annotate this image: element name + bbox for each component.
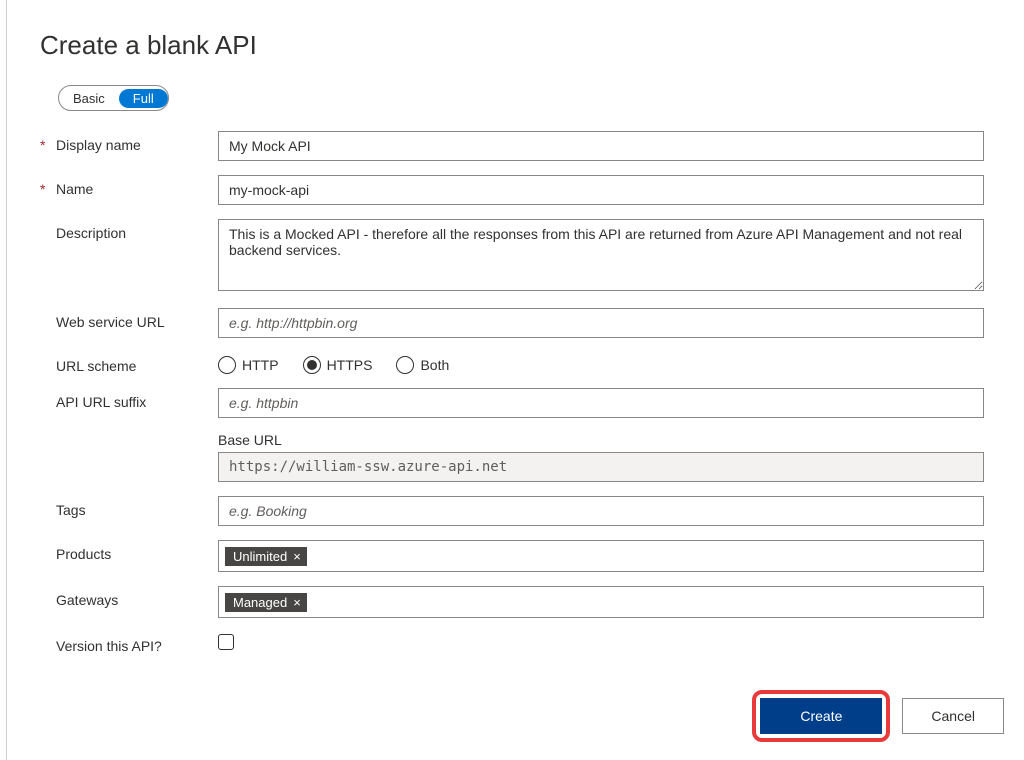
chip-label: Managed: [233, 595, 287, 610]
label-base-url: Base URL: [218, 432, 984, 448]
label-web-service-url: Web service URL: [56, 314, 165, 330]
label-api-url-suffix: API URL suffix: [56, 394, 146, 410]
version-api-checkbox[interactable]: [218, 634, 234, 650]
left-divider: [6, 0, 7, 760]
cancel-button[interactable]: Cancel: [902, 698, 1004, 734]
radio-https[interactable]: HTTPS: [303, 356, 373, 374]
chip-products-0: Unlimited ×: [225, 547, 307, 566]
products-text-input[interactable]: [313, 546, 977, 566]
radio-icon: [303, 356, 321, 374]
label-name: Name: [56, 181, 93, 197]
label-url-scheme: URL scheme: [56, 358, 136, 374]
radio-label-https: HTTPS: [327, 357, 373, 373]
gateways-text-input[interactable]: [313, 592, 977, 612]
web-service-url-input[interactable]: [218, 308, 984, 338]
page-title: Create a blank API: [40, 30, 984, 61]
required-marker: *: [40, 137, 52, 153]
view-toggle[interactable]: Basic Full: [58, 85, 169, 111]
radio-label-both: Both: [420, 357, 449, 373]
chip-label: Unlimited: [233, 549, 287, 564]
products-input[interactable]: Unlimited ×: [218, 540, 984, 572]
radio-http[interactable]: HTTP: [218, 356, 279, 374]
description-input[interactable]: [218, 219, 984, 291]
required-marker: *: [40, 181, 52, 197]
radio-both[interactable]: Both: [396, 356, 449, 374]
close-icon[interactable]: ×: [293, 550, 301, 563]
label-version-api: Version this API?: [56, 638, 162, 654]
api-url-suffix-input[interactable]: [218, 388, 984, 418]
highlight-ring: Create: [752, 690, 890, 742]
toggle-basic[interactable]: Basic: [59, 89, 119, 108]
tags-input[interactable]: [218, 496, 984, 526]
label-display-name: Display name: [56, 137, 141, 153]
radio-label-http: HTTP: [242, 357, 279, 373]
label-gateways: Gateways: [56, 592, 118, 608]
name-input[interactable]: [218, 175, 984, 205]
radio-icon: [218, 356, 236, 374]
base-url-display: https://william-ssw.azure-api.net: [218, 452, 984, 482]
toggle-full[interactable]: Full: [119, 89, 168, 108]
label-tags: Tags: [56, 502, 86, 518]
label-products: Products: [56, 546, 111, 562]
radio-icon: [396, 356, 414, 374]
gateways-input[interactable]: Managed ×: [218, 586, 984, 618]
close-icon[interactable]: ×: [293, 596, 301, 609]
label-description: Description: [56, 225, 126, 241]
create-button[interactable]: Create: [760, 698, 882, 734]
display-name-input[interactable]: [218, 131, 984, 161]
chip-gateways-0: Managed ×: [225, 593, 307, 612]
